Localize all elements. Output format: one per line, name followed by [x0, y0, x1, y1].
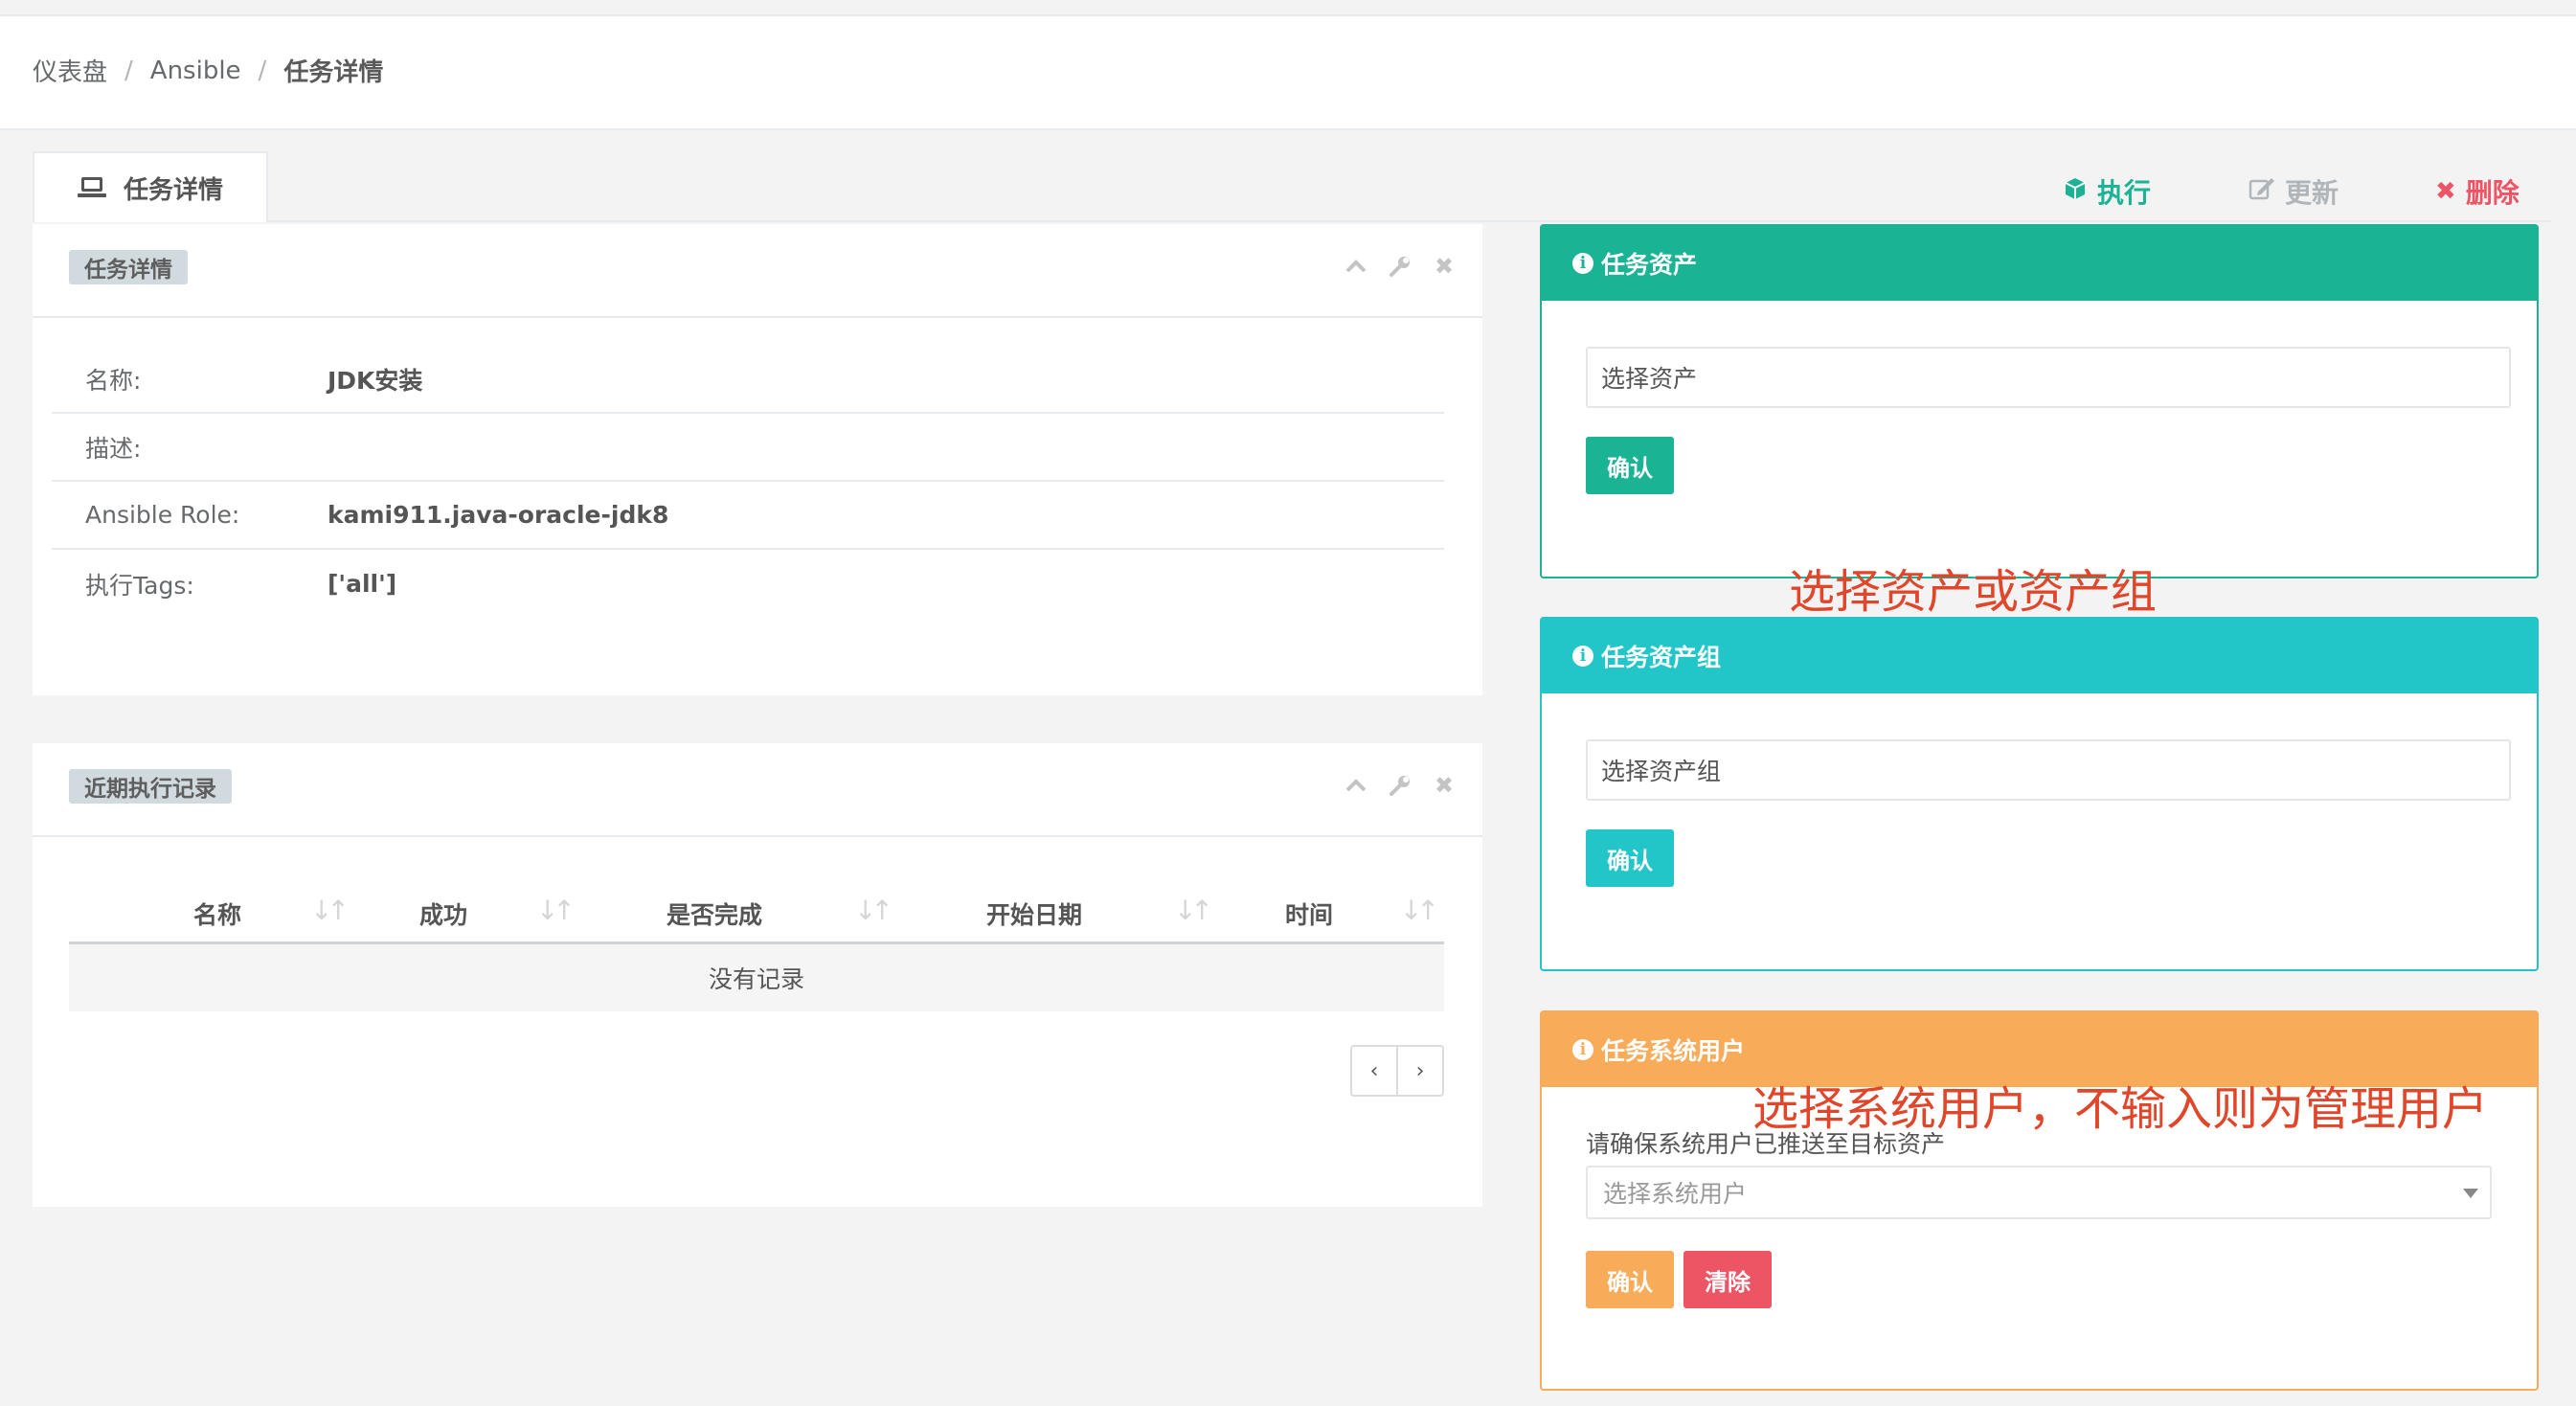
detail-key: 执行Tags:: [85, 571, 194, 600]
task-asset-group-panel: i 任务资产组 选择资产组 确认: [1540, 617, 2539, 971]
panel-heading: i 任务资产组: [1542, 619, 2537, 693]
detail-value: kami911.java-oracle-jdk8: [328, 501, 669, 529]
asset-confirm-button[interactable]: 确认: [1586, 437, 1674, 494]
breadcrumb-dashboard[interactable]: 仪表盘: [33, 53, 107, 88]
detail-key: 描述:: [85, 434, 142, 463]
sort-icon[interactable]: ↓↑: [310, 895, 350, 926]
panel-title: 任务资产: [1601, 251, 1698, 279]
tabs-divider: [33, 220, 2551, 222]
delete-button[interactable]: ✖ 删除: [2435, 172, 2520, 211]
tab-task-detail[interactable]: 任务详情: [33, 151, 268, 222]
breadcrumb-ansible[interactable]: Ansible: [150, 57, 241, 85]
info-icon: i: [1572, 646, 1593, 667]
detail-row-tags: 执行Tags: ['all']: [52, 550, 1444, 618]
ibox-title: 任务详情 ✖: [33, 224, 1482, 318]
laptop-icon: [77, 177, 106, 198]
task-detail-box: 任务详情 ✖ 名称: JDK安装 描述: Ansible Role: kami9…: [33, 224, 1482, 695]
info-icon: i: [1572, 1039, 1593, 1060]
table-header: 名称 ↓↑ 成功 ↓↑ 是否完成 ↓↑ 开始日期 ↓↑ 时间 ↓↑: [69, 879, 1444, 944]
sort-icon[interactable]: ↓↑: [854, 895, 893, 926]
system-user-select[interactable]: 选择系统用户: [1586, 1166, 2492, 1219]
detail-row-name: 名称: JDK安装: [52, 346, 1444, 414]
breadcrumb-separator: /: [258, 56, 267, 85]
execute-button[interactable]: 执行: [2063, 172, 2151, 211]
detail-key: 名称:: [85, 366, 142, 395]
next-page-button[interactable]: ›: [1396, 1047, 1442, 1095]
close-icon[interactable]: ✖: [1433, 772, 1456, 799]
chevron-down-icon: [2463, 1189, 2478, 1198]
asset-group-select-input[interactable]: 选择资产组: [1586, 739, 2511, 801]
pagination: ‹ ›: [1350, 1045, 1444, 1097]
breadcrumb-current: 任务详情: [283, 58, 384, 87]
tab-label: 任务详情: [123, 175, 223, 205]
edit-icon: [2248, 176, 2275, 208]
update-button[interactable]: 更新: [2248, 172, 2339, 211]
breadcrumb-bar: 仪表盘 / Ansible / 任务详情: [0, 16, 2576, 130]
breadcrumb: 仪表盘 / Ansible / 任务详情: [33, 53, 383, 88]
panel-title: 任务资产组: [1601, 644, 1722, 671]
panel-heading: i 任务资产: [1542, 226, 2537, 301]
wrench-icon[interactable]: [1389, 253, 1412, 280]
system-user-confirm-button[interactable]: 确认: [1586, 1251, 1674, 1308]
top-navbar: [0, 0, 2576, 16]
system-user-clear-button[interactable]: 清除: [1683, 1251, 1772, 1308]
update-label: 更新: [2285, 177, 2339, 209]
asset-select-input[interactable]: 选择资产: [1586, 347, 2511, 408]
sort-icon[interactable]: ↓↑: [1174, 895, 1213, 926]
breadcrumb-separator: /: [124, 56, 133, 85]
detail-row-role: Ansible Role: kami911.java-oracle-jdk8: [52, 482, 1444, 550]
times-icon: ✖: [2435, 177, 2456, 206]
annotation-asset: 选择资产或资产组: [1789, 565, 2158, 619]
wrench-icon[interactable]: [1389, 772, 1412, 799]
ibox-tools: ✖: [1344, 253, 1456, 280]
detail-row-description: 描述:: [52, 414, 1444, 482]
table-empty-row: 没有记录: [69, 944, 1444, 1011]
close-icon[interactable]: ✖: [1433, 253, 1456, 280]
cube-icon: [2063, 176, 2088, 208]
ibox-title: 近期执行记录 ✖: [33, 743, 1482, 837]
section-label: 近期执行记录: [69, 769, 232, 804]
panel-title: 任务系统用户: [1601, 1037, 1746, 1065]
delete-label: 删除: [2465, 177, 2520, 209]
annotation-system-user: 选择系统用户，不输入则为管理用户: [1752, 1082, 2489, 1136]
chevron-up-icon[interactable]: [1344, 253, 1367, 280]
section-label: 任务详情: [69, 250, 188, 284]
sort-icon[interactable]: ↓↑: [1400, 895, 1439, 926]
system-user-placeholder: 选择系统用户: [1603, 1180, 1748, 1208]
column-name[interactable]: 名称: [193, 896, 241, 931]
info-icon: i: [1572, 253, 1593, 274]
chevron-up-icon[interactable]: [1344, 772, 1367, 799]
detail-key: Ansible Role:: [85, 501, 240, 529]
column-time[interactable]: 时间: [1285, 896, 1333, 931]
sort-icon[interactable]: ↓↑: [536, 895, 576, 926]
column-finished[interactable]: 是否完成: [667, 896, 762, 931]
task-system-user-panel: i 任务系统用户 请确保系统用户已推送至目标资产 选择系统用户 确认 清除: [1540, 1010, 2539, 1391]
column-success[interactable]: 成功: [419, 896, 467, 931]
prev-page-button[interactable]: ‹: [1352, 1047, 1396, 1095]
detail-value: ['all']: [328, 570, 397, 598]
ibox-tools: ✖: [1344, 772, 1456, 799]
column-start-date[interactable]: 开始日期: [986, 896, 1082, 931]
detail-value: JDK安装: [328, 366, 423, 395]
execute-label: 执行: [2097, 177, 2152, 209]
task-asset-panel: i 任务资产 选择资产 确认: [1540, 224, 2539, 578]
asset-group-confirm-button[interactable]: 确认: [1586, 829, 1674, 887]
